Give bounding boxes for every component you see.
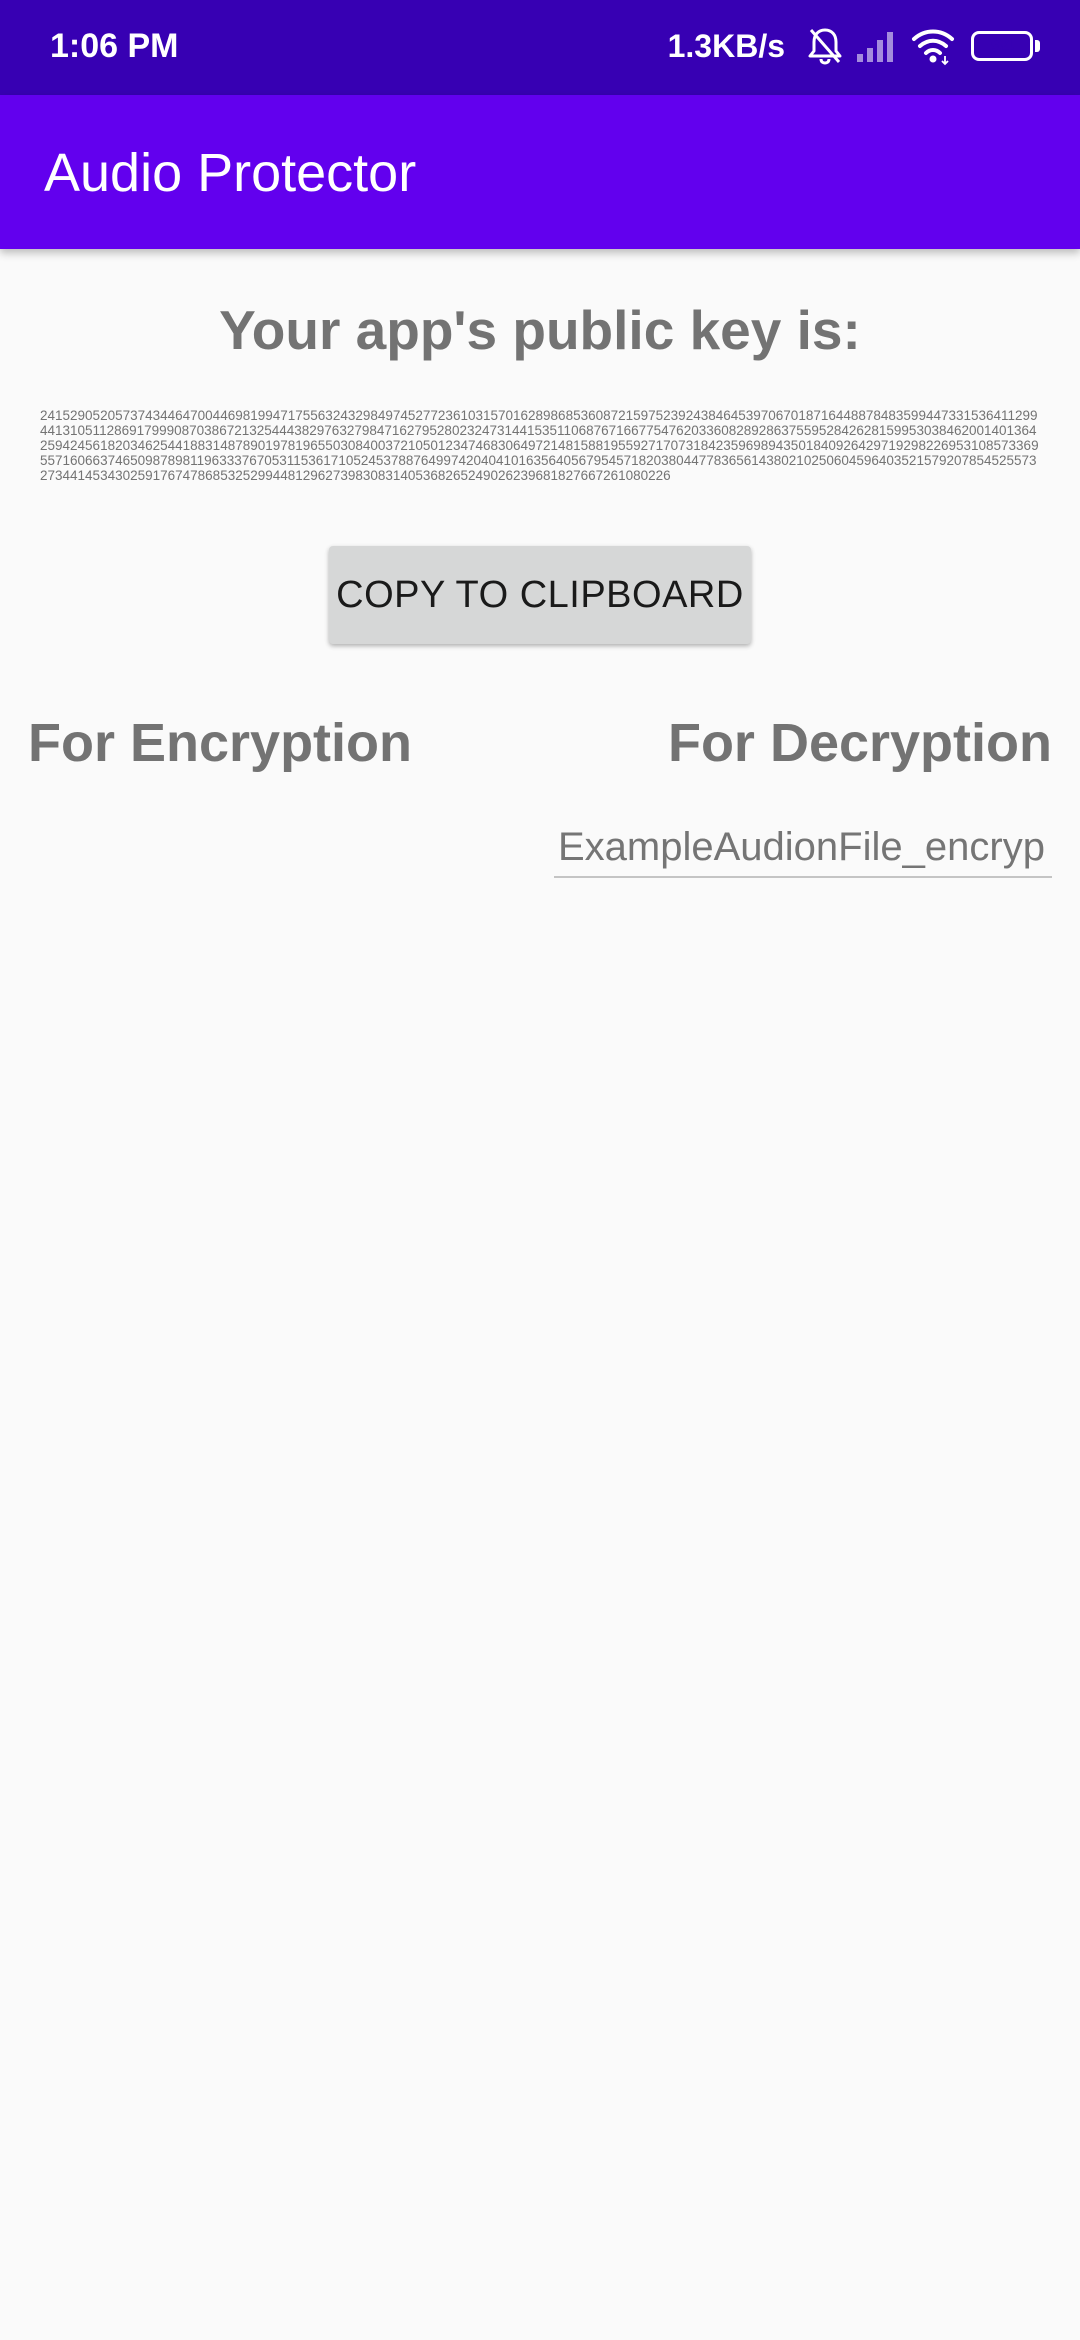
status-bar: 1:06 PM 1.3KB/s 94 — [0, 0, 1080, 95]
decryption-file-value: ExampleAudionFile_encryp — [558, 825, 1045, 869]
battery-icon: 94 — [971, 31, 1033, 61]
battery-level: 94 — [990, 35, 1014, 57]
encryption-heading: For Encryption — [28, 713, 413, 773]
status-indicators: 1.3KB/s 94 — [668, 22, 1040, 70]
app-title: Audio Protector — [44, 143, 417, 203]
signal-icon — [855, 26, 899, 66]
network-speed: 1.3KB/s — [667, 27, 785, 64]
decryption-heading: For Decryption — [667, 713, 1052, 773]
bell-off-icon — [807, 26, 843, 66]
copy-to-clipboard-button[interactable]: COPY TO CLIPBOARD — [329, 546, 751, 644]
status-time: 1:06 PM — [50, 27, 179, 65]
public-key-heading: Your app's public key is: — [219, 299, 861, 361]
wifi-icon — [911, 26, 955, 66]
public-key-value: 2415290520573743446470044698199471755632… — [40, 408, 1039, 483]
app-bar: Audio Protector — [0, 95, 1080, 249]
battery-tip — [1035, 40, 1040, 52]
decryption-file-field[interactable]: ExampleAudionFile_encryp — [554, 818, 1052, 878]
